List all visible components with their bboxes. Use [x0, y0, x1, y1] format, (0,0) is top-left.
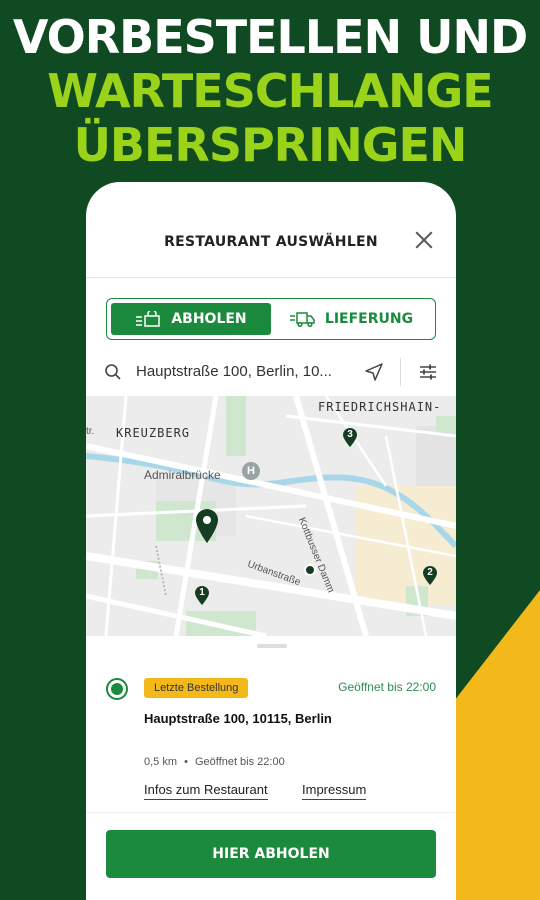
restaurant-distance: 0,5 km [144, 756, 178, 768]
restaurant-opening-hours: Geöffnet bis 22:00 [195, 756, 285, 768]
selected-restaurant-pin[interactable] [194, 508, 220, 544]
search-input[interactable]: Hauptstraße 100, Berlin, 10... [136, 350, 332, 394]
headline-line-1: VORBESTELLEN UND [12, 10, 528, 64]
delivery-tab[interactable]: LIEFERUNG [271, 303, 431, 335]
imprint-link[interactable]: Impressum [302, 782, 367, 800]
last-order-badge: Letzte Bestellung [144, 678, 249, 698]
restaurant-address: Hauptstraße 100, 10115, Berlin [144, 711, 332, 726]
restaurant-meta: 0,5 km • Geöffnet bis 22:00 [144, 756, 285, 768]
card-divider [86, 812, 456, 813]
filter-sliders-icon[interactable] [418, 362, 438, 382]
modal-header: RESTAURANT AUSWÄHLEN [86, 182, 456, 278]
search-divider [400, 358, 401, 386]
transit-stop-icon: H [242, 462, 260, 480]
headline-line-3: ÜBERSPRINGEN [73, 118, 468, 172]
map-label-friedrichshain: FRIEDRICHSHAIN- [318, 400, 442, 414]
sheet-drag-handle[interactable] [257, 644, 287, 648]
current-location-dot [304, 564, 316, 576]
delivery-label: LIEFERUNG [324, 311, 414, 327]
pickup-tab[interactable]: ABHOLEN [111, 303, 271, 335]
meta-bullet: • [184, 756, 188, 768]
phone-screen: RESTAURANT AUSWÄHLEN ABHOLEN LIEFERUNG H… [86, 182, 456, 900]
pickup-here-button[interactable]: HIER ABHOLEN [106, 830, 436, 878]
search-bar[interactable]: Hauptstraße 100, Berlin, 10... [86, 350, 456, 394]
modal-title: RESTAURANT AUSWÄHLEN [164, 234, 378, 250]
fulfillment-toggle: ABHOLEN LIEFERUNG [106, 298, 436, 340]
map-marker-3[interactable]: 3 [342, 428, 358, 448]
map-label-str: tr. [86, 426, 95, 437]
location-arrow-icon[interactable] [364, 362, 384, 382]
restaurant-radio-selected[interactable] [106, 678, 128, 700]
close-icon[interactable] [414, 230, 434, 250]
pickup-label: ABHOLEN [171, 311, 247, 327]
headline-line-2: WARTESCHLANGE [47, 64, 493, 118]
delivery-truck-icon [289, 312, 315, 327]
map-label-kreuzberg: KREUZBERG [116, 426, 191, 440]
map-view[interactable]: FRIEDRICHSHAIN- KREUZBERG tr. Admiralbrü… [86, 396, 456, 636]
promo-headline: VORBESTELLEN UND WARTESCHLANGE ÜBERSPRIN… [0, 10, 540, 172]
opening-hours-status: Geöffnet bis 22:00 [338, 680, 436, 694]
map-label-admiralbruecke: Admiralbrücke [144, 468, 221, 482]
map-marker-2[interactable]: 2 [422, 566, 438, 586]
restaurant-info-link[interactable]: Infos zum Restaurant [144, 782, 268, 800]
pickup-bag-icon [136, 311, 161, 327]
search-icon [105, 364, 121, 380]
map-marker-1[interactable]: 1 [194, 586, 210, 606]
